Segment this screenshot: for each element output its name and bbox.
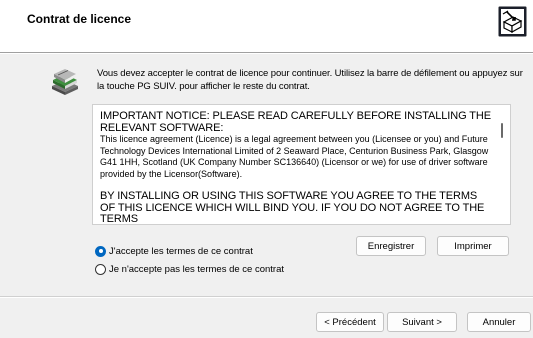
save-button[interactable]: Enregistrer bbox=[356, 236, 426, 256]
scrollbar-thumb[interactable] bbox=[501, 123, 503, 138]
accept-option[interactable]: J'accepte les termes de ce contrat bbox=[95, 244, 253, 258]
decline-label[interactable]: Je n'accepte pas les termes de ce contra… bbox=[109, 264, 284, 275]
license-text-box[interactable]: IMPORTANT NOTICE: PLEASE READ CAREFULLY … bbox=[92, 104, 511, 225]
license-notice: IMPORTANT NOTICE: PLEASE READ CAREFULLY … bbox=[100, 110, 492, 134]
next-button[interactable]: Suivant > bbox=[387, 312, 457, 332]
license-paragraph-caps: BY INSTALLING OR USING THIS SOFTWARE YOU… bbox=[100, 190, 485, 225]
footer-divider-highlight bbox=[0, 297, 533, 298]
cancel-button[interactable]: Annuler bbox=[467, 312, 531, 332]
dialog-title: Contrat de licence bbox=[27, 12, 132, 26]
dialog-header: Contrat de licence bbox=[0, 0, 533, 52]
license-paragraph: This licence agreement (Licence) is a le… bbox=[100, 134, 489, 179]
accept-radio[interactable] bbox=[95, 245, 106, 257]
decline-radio[interactable] bbox=[95, 263, 106, 275]
license-text: IMPORTANT NOTICE: PLEASE READ CAREFULLY … bbox=[100, 110, 492, 225]
print-button[interactable]: Imprimer bbox=[437, 236, 509, 256]
books-icon bbox=[52, 69, 78, 95]
header-divider-highlight bbox=[0, 53, 533, 54]
installer-box-icon bbox=[498, 6, 527, 37]
instruction-text: Vous devez accepter le contrat de licenc… bbox=[97, 68, 523, 92]
accept-label[interactable]: J'accepte les termes de ce contrat bbox=[109, 246, 253, 257]
back-button[interactable]: < Précédent bbox=[316, 312, 384, 332]
decline-option[interactable]: Je n'accepte pas les termes de ce contra… bbox=[95, 262, 284, 276]
